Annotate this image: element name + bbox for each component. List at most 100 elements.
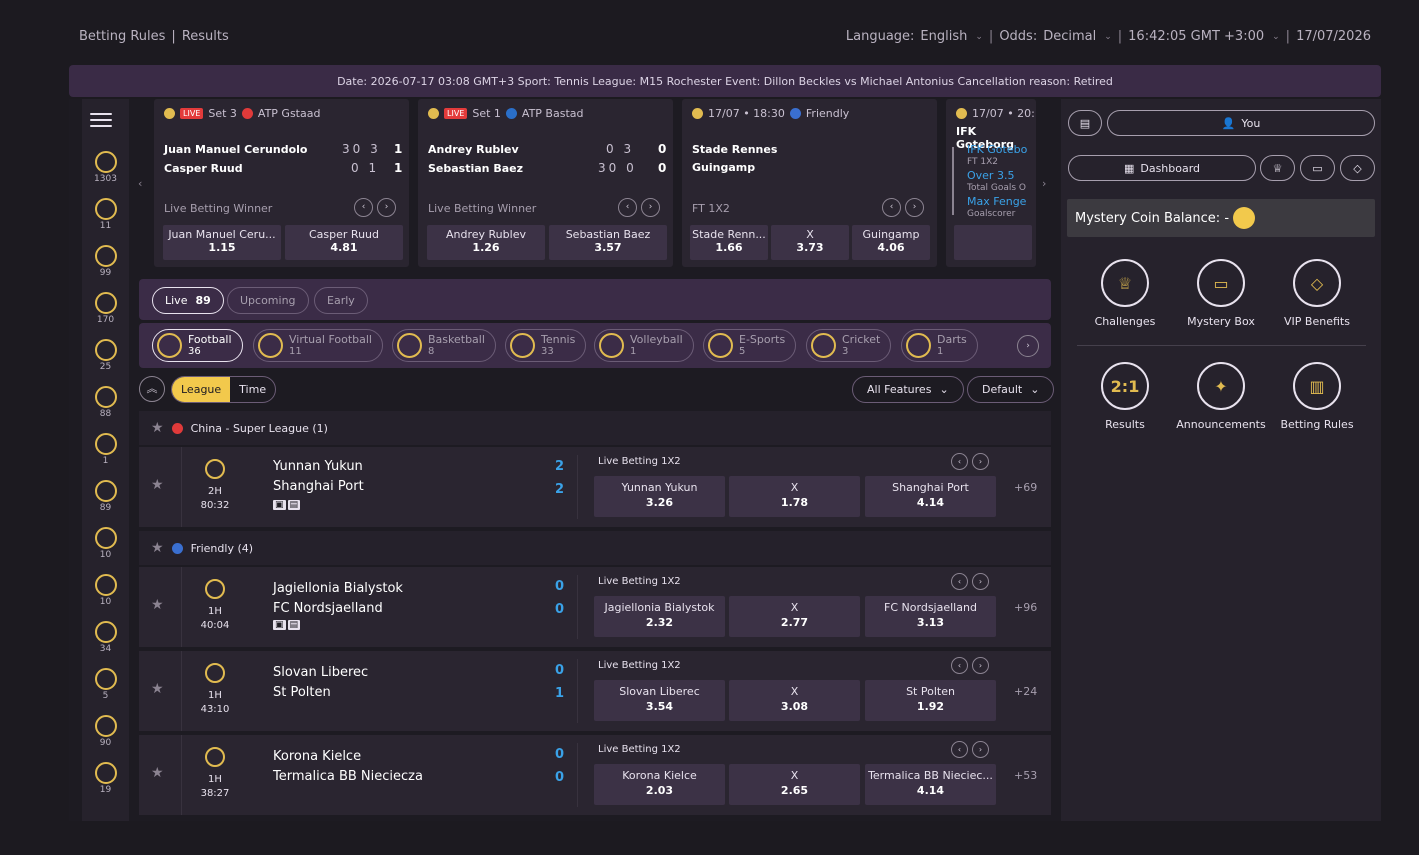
more-markets[interactable]: +24 [1014,685,1037,698]
sport-tab[interactable]: Virtual Football 11 [253,329,383,362]
sidebar-item[interactable]: 25 [82,339,129,372]
sport-tab[interactable]: Basketball 8 [392,329,496,362]
star-icon[interactable]: ★ [151,420,164,436]
chevron-left-icon[interactable]: ‹ [138,177,142,190]
sport-tab[interactable]: Tennis 33 [505,329,587,362]
star-icon[interactable]: ★ [151,681,164,697]
vip-benefits-button[interactable]: ◇ VIP Benefits [1272,259,1362,328]
trophy-icon[interactable]: ♕ [1260,155,1295,181]
odds-button[interactable]: Jagiellonia Bialystok 2.32 [594,596,725,637]
league-toggle[interactable]: League [172,377,231,402]
results-link[interactable]: Results [182,29,229,44]
league-header[interactable]: ★ China - Super League (1) [139,411,1051,445]
sidebar-item[interactable]: 89 [82,480,129,513]
chevron-down-icon[interactable]: ⌄ [1272,32,1280,42]
chevron-left-icon[interactable]: ‹ [951,453,968,470]
betting-rules-link[interactable]: Betting Rules [79,29,165,44]
collapse-all-icon[interactable]: ︽ [139,376,165,402]
sport-tab[interactable]: Darts 1 [901,329,978,362]
sidebar-item[interactable]: 10 [82,527,129,560]
star-icon[interactable]: ★ [151,477,164,493]
odds-button[interactable]: Shanghai Port 4.14 [865,476,996,517]
hamburger-menu-icon[interactable] [90,113,112,131]
league-header[interactable]: ★ Friendly (4) [139,531,1051,565]
features-select[interactable]: All Features ⌄ [852,376,964,403]
odds-button[interactable]: Sebastian Baez 3.57 [549,225,667,260]
sidebar-item[interactable]: 170 [82,292,129,325]
odds-button[interactable]: X 2.77 [729,596,860,637]
sidebar-item[interactable]: 5 [82,668,129,701]
sidebar-item[interactable]: 34 [82,621,129,654]
odds-button[interactable]: X 3.73 [771,225,849,260]
odds-button[interactable]: St Polten 1.92 [865,680,996,721]
tab-early[interactable]: Early [314,287,368,314]
sidebar-item[interactable]: 90 [82,715,129,748]
dashboard-button[interactable]: ▦ Dashboard [1068,155,1256,181]
chevron-right-icon[interactable]: › [377,198,396,217]
odds-button[interactable]: X 1.78 [729,476,860,517]
chevron-right-icon[interactable]: › [972,453,989,470]
more-markets[interactable]: +53 [1014,769,1037,782]
sort-select[interactable]: Default ⌄ [967,376,1055,403]
match-row[interactable]: ★ 1H 38:27 Korona Kielce Termalica BB Niecie… [139,735,1051,815]
featured-card[interactable]: 17/07 • 18:30 Friendly Stade Rennes Guing… [682,99,937,267]
odds-button[interactable]: Stade Renn... 1.66 [690,225,768,260]
more-markets[interactable]: +69 [1014,481,1037,494]
challenges-button[interactable]: ♕ Challenges [1080,259,1170,328]
sport-tab[interactable]: Football 36 [152,329,243,362]
chevron-left-icon[interactable]: ‹ [354,198,373,217]
match-row[interactable]: ★ 1H 40:04 Jagiellonia Bialystok FC Nordsjae… [139,567,1051,647]
odds-button[interactable]: Termalica BB Nieciec... 4.14 [865,764,996,805]
chevron-right-icon[interactable]: › [1017,335,1039,357]
chevron-left-icon[interactable]: ‹ [618,198,637,217]
odds-button[interactable]: X 3.08 [729,680,860,721]
sidebar-item[interactable]: 19 [82,762,129,795]
odds-button[interactable] [954,225,1032,260]
chevron-right-icon[interactable]: › [905,198,924,217]
odds-button[interactable]: X 2.65 [729,764,860,805]
odds-button[interactable]: FC Nordsjaelland 3.13 [865,596,996,637]
announcements-button[interactable]: ✦ Announcements [1176,362,1266,431]
chevron-left-icon[interactable]: ‹ [882,198,901,217]
chevron-right-icon[interactable]: › [1042,177,1046,190]
star-icon[interactable]: ★ [151,540,164,556]
odds-button[interactable]: Slovan Liberec 3.54 [594,680,725,721]
betting-rules-button[interactable]: ▥ Betting Rules [1272,362,1362,431]
sidebar-item[interactable]: 10 [82,574,129,607]
language-select[interactable]: English [920,29,967,44]
chevron-down-icon[interactable]: ⌄ [975,32,983,42]
chevron-right-icon[interactable]: › [972,573,989,590]
star-icon[interactable]: ★ [151,765,164,781]
chevron-down-icon[interactable]: ⌄ [1104,32,1112,42]
group-toggle[interactable]: League Time [171,376,277,403]
sidebar-item[interactable]: 88 [82,386,129,419]
stream-icon[interactable]: ▣ ▤ [273,620,301,630]
chevron-right-icon[interactable]: › [972,657,989,674]
mystery-box-icon[interactable]: ▭ [1300,155,1335,181]
sidebar-item[interactable]: 11 [82,198,129,231]
tab-live[interactable]: Live 89 [152,287,224,314]
sport-tab[interactable]: E-Sports 5 [703,329,797,362]
odds-button[interactable]: Andrey Rublev 1.26 [427,225,545,260]
betslip-icon[interactable]: ▤ [1068,110,1102,136]
mystery-box-button[interactable]: ▭ Mystery Box [1176,259,1266,328]
more-markets[interactable]: +96 [1014,601,1037,614]
sidebar-item[interactable]: 1303 [82,151,129,184]
odds-select[interactable]: Decimal [1043,29,1096,44]
chevron-left-icon[interactable]: ‹ [951,573,968,590]
tab-upcoming[interactable]: Upcoming [227,287,309,314]
stream-icon[interactable]: ▣ ▤ [273,500,301,510]
you-button[interactable]: 👤 You [1107,110,1375,136]
match-row[interactable]: ★ 1H 43:10 Slovan Liberec St Polten 0 1 Live Be… [139,651,1051,731]
time-toggle[interactable]: Time [230,377,275,402]
chevron-left-icon[interactable]: ‹ [951,741,968,758]
sport-tab[interactable]: Cricket 3 [806,329,892,362]
odds-button[interactable]: Korona Kielce 2.03 [594,764,725,805]
star-icon[interactable]: ★ [151,597,164,613]
odds-button[interactable]: Guingamp 4.06 [852,225,930,260]
odds-button[interactable]: Casper Ruud 4.81 [285,225,403,260]
chevron-left-icon[interactable]: ‹ [951,657,968,674]
match-row[interactable]: ★ 2H 80:32 Yunnan Yukun Shanghai Port 2 2 ▣ ▤ Liv… [139,447,1051,527]
chevron-right-icon[interactable]: › [972,741,989,758]
sidebar-item[interactable]: 1 [82,433,129,466]
